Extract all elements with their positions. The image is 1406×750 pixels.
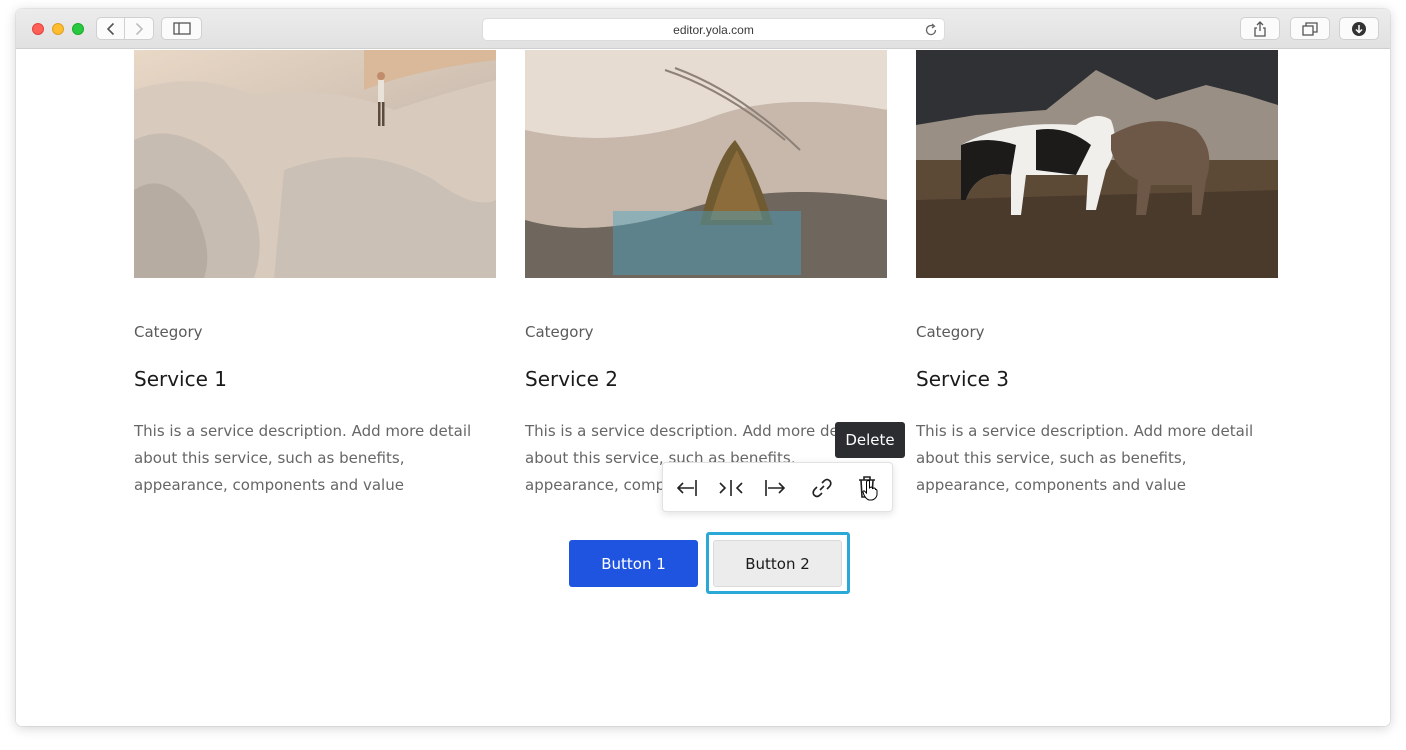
align-center-button[interactable] [718,475,744,501]
tabs-icon [1302,21,1318,36]
delete-tooltip: Delete [835,422,905,458]
download-icon [1352,21,1366,36]
service-card-1[interactable]: Category Service 1 This is a service des… [134,50,496,494]
button-2[interactable]: Button 2 [713,540,842,587]
align-right-button[interactable] [763,475,789,501]
card-description: This is a service description. Add more … [916,422,1254,494]
align-left-button[interactable] [673,475,699,501]
button-edit-toolbar [662,462,893,512]
service-image-2[interactable] [525,50,887,278]
share-icon [1254,20,1266,37]
align-left-icon [676,480,697,496]
forward-button[interactable] [125,17,154,40]
sand-dunes-photo [525,50,887,278]
reload-icon[interactable] [924,23,938,37]
tabs-overview-button[interactable] [1290,17,1330,40]
card-title: Service 3 [916,367,1009,391]
card-category: Category [916,323,985,341]
service-card-2[interactable]: Category Service 2 This is a service des… [525,50,887,494]
button-1[interactable]: Button 1 [569,540,698,587]
maximize-window-button[interactable] [72,23,84,35]
card-category: Category [134,323,203,341]
card-title: Service 1 [134,367,227,391]
service-card-3[interactable]: Category Service 3 This is a service des… [916,50,1278,494]
horses-mountains-photo [916,50,1278,278]
sidebar-icon [172,22,191,35]
browser-titlebar: editor.yola.com [16,9,1390,49]
url-text: editor.yola.com [673,22,754,37]
delete-button[interactable] [854,475,880,501]
back-button[interactable] [96,17,125,40]
share-button[interactable] [1240,17,1280,40]
desert-rock-photo [134,50,496,278]
card-title: Service 2 [525,367,618,391]
align-center-icon [719,480,743,496]
link-icon [812,478,832,498]
page-content: Category Service 1 This is a service des… [16,50,1390,726]
address-bar[interactable]: editor.yola.com [482,18,945,41]
link-button[interactable] [809,475,835,501]
sidebar-toggle-button[interactable] [161,17,202,40]
minimize-window-button[interactable] [52,23,64,35]
browser-window: editor.yola.com Category Service 1 This … [16,9,1390,726]
chevron-left-icon [106,22,114,35]
card-category: Category [525,323,594,341]
service-image-1[interactable] [134,50,496,278]
service-image-3[interactable] [916,50,1278,278]
hand-cursor-icon [862,480,878,501]
downloads-button[interactable] [1339,17,1379,40]
card-description: This is a service description. Add more … [134,422,472,494]
align-right-icon [765,480,786,496]
close-window-button[interactable] [32,23,44,35]
chevron-right-icon [135,22,144,35]
